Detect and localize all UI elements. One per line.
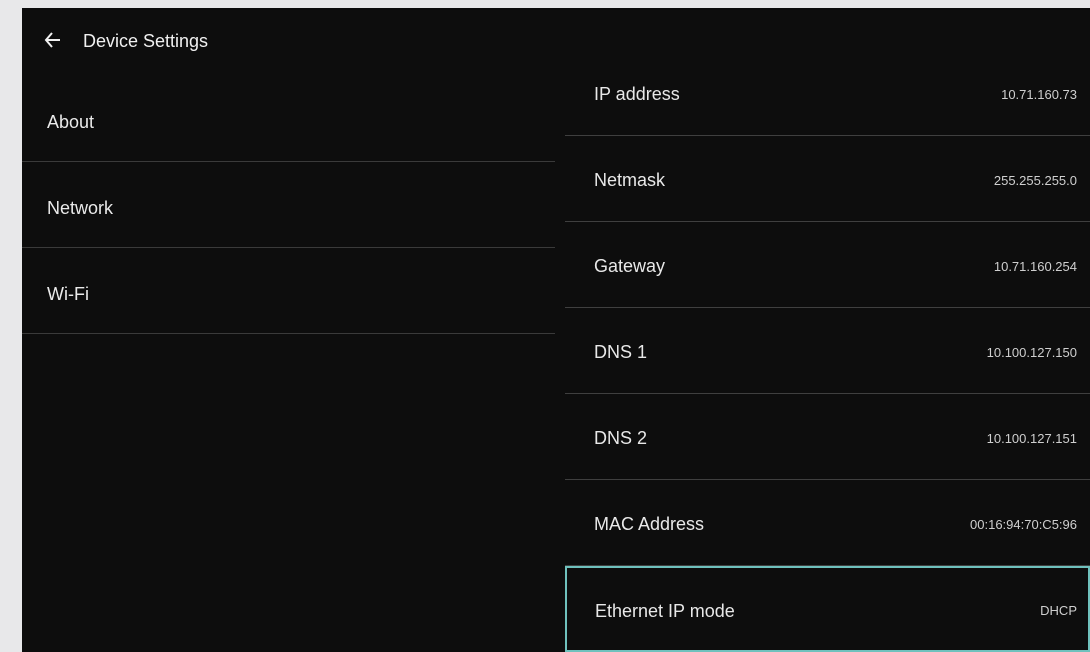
row-label: IP address bbox=[594, 84, 680, 104]
row-value: 10.100.127.150 bbox=[986, 345, 1077, 360]
row-mac-address[interactable]: MAC Address 00:16:94:70:C5:96 bbox=[565, 480, 1090, 566]
sidebar-item-wifi[interactable]: Wi-Fi bbox=[22, 248, 555, 334]
row-ip-address[interactable]: IP address 10.71.160.73 bbox=[565, 50, 1090, 136]
row-value: 10.71.160.254 bbox=[993, 259, 1077, 274]
row-label: Ethernet IP mode bbox=[595, 601, 735, 621]
row-value: 255.255.255.0 bbox=[993, 173, 1077, 188]
row-label: Netmask bbox=[594, 170, 666, 190]
header: Device Settings bbox=[22, 8, 552, 76]
row-label: Gateway bbox=[594, 256, 666, 276]
sidebar-item-label: About bbox=[47, 112, 95, 132]
row-label: DNS 1 bbox=[594, 342, 648, 362]
arrow-left-icon[interactable] bbox=[44, 30, 62, 50]
row-netmask[interactable]: Netmask 255.255.255.0 bbox=[565, 136, 1090, 222]
sidebar-item-network[interactable]: Network bbox=[22, 162, 555, 248]
row-ethernet-ip-mode[interactable]: Ethernet IP mode DHCP bbox=[565, 566, 1090, 652]
network-details-panel: IP address 10.71.160.73 Netmask 255.255.… bbox=[565, 50, 1090, 652]
row-dns-1[interactable]: DNS 1 10.100.127.150 bbox=[565, 308, 1090, 394]
row-label: DNS 2 bbox=[594, 428, 648, 448]
sidebar-item-about[interactable]: About bbox=[22, 76, 555, 162]
page-title: Device Settings bbox=[83, 31, 209, 51]
row-label: MAC Address bbox=[594, 514, 705, 534]
sidebar-item-label: Wi-Fi bbox=[47, 284, 89, 304]
sidebar-item-label: Network bbox=[47, 198, 114, 218]
device-settings-screen: Device Settings About Network Wi-Fi IP a… bbox=[22, 8, 1090, 652]
row-value: DHCP bbox=[1040, 603, 1077, 618]
row-value: 10.71.160.73 bbox=[1001, 87, 1077, 102]
row-gateway[interactable]: Gateway 10.71.160.254 bbox=[565, 222, 1090, 308]
row-value: 00:16:94:70:C5:96 bbox=[970, 517, 1077, 532]
row-dns-2[interactable]: DNS 2 10.100.127.151 bbox=[565, 394, 1090, 480]
row-value: 10.100.127.151 bbox=[986, 431, 1077, 446]
sidebar: About Network Wi-Fi bbox=[22, 76, 555, 334]
